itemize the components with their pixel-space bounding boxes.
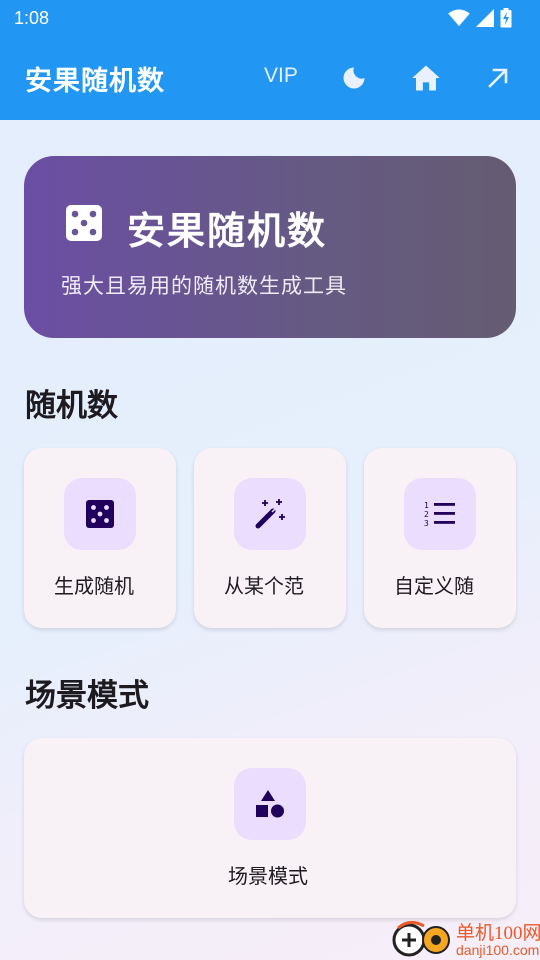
hero-banner: 安果随机数 强大且易用的随机数生成工具 — [24, 156, 516, 338]
numbered-list-icon: 1 2 3 — [424, 501, 455, 528]
card-label: 自定义随 — [394, 574, 474, 598]
svg-text:3: 3 — [424, 519, 429, 528]
card-scene-mode[interactable]: 场景模式 — [24, 738, 516, 918]
app-title: 安果随机数 — [25, 65, 165, 97]
watermark-logo-icon — [392, 921, 450, 957]
hero-title: 安果随机数 — [127, 209, 328, 253]
svg-text:1: 1 — [424, 501, 429, 510]
card-label: 场景模式 — [228, 864, 308, 888]
status-icons — [448, 8, 512, 28]
watermark-text: 单机100网 — [456, 923, 540, 944]
status-time: 1:08 — [14, 7, 50, 28]
card-label: 生成随机 — [54, 574, 134, 598]
cell-signal-icon — [476, 9, 494, 27]
icon-box — [234, 478, 306, 550]
wifi-icon — [448, 9, 470, 27]
icon-box: 1 2 3 — [404, 478, 476, 550]
dice-icon — [66, 205, 102, 241]
dark-mode-button[interactable] — [338, 62, 370, 94]
vip-button[interactable]: VIP — [264, 64, 298, 88]
section-title-scene: 场景模式 — [25, 678, 149, 714]
status-bar: 1:08 — [0, 0, 540, 36]
hero-subtitle: 强大且易用的随机数生成工具 — [61, 274, 347, 298]
home-icon — [412, 65, 440, 91]
dice-icon — [86, 500, 114, 528]
watermark-url: danji100.com — [456, 942, 540, 958]
open-external-icon — [488, 68, 508, 88]
card-label: 从某个范 — [224, 574, 304, 598]
home-button[interactable] — [410, 62, 442, 94]
card-generate-random[interactable]: 生成随机 — [24, 448, 176, 628]
section-title-random: 随机数 — [25, 388, 118, 424]
svg-text:2: 2 — [424, 510, 429, 519]
card-custom-random[interactable]: 1 2 3 自定义随 — [364, 448, 516, 628]
battery-charging-icon — [500, 8, 512, 28]
icon-box — [234, 768, 306, 840]
dark-mode-icon — [343, 67, 365, 89]
open-external-button[interactable] — [482, 62, 514, 94]
app-bar: 安果随机数 VIP — [0, 36, 540, 120]
watermark: 单机100网 danji100.com — [388, 916, 540, 960]
icon-box — [64, 478, 136, 550]
magic-wand-icon — [255, 499, 285, 529]
shapes-icon — [256, 790, 284, 818]
card-range-random[interactable]: 从某个范 — [194, 448, 346, 628]
